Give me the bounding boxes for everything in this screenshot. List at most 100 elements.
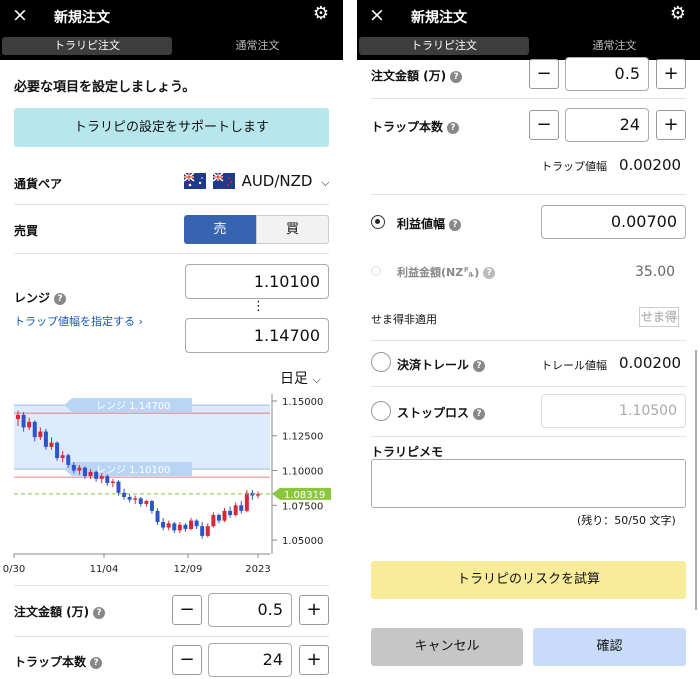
memo-remaining: (残り：50/50 文字) <box>577 514 676 527</box>
x-tick-label: 11/04 <box>90 564 119 575</box>
candle-body <box>172 523 177 531</box>
trap-width-label: トラップ値幅 <box>541 160 607 173</box>
order-amount-label-text: 注文金額 (万) <box>14 605 90 619</box>
memo-textarea[interactable] <box>371 459 686 508</box>
semae-logo: せま得 <box>639 307 679 327</box>
trap-width-value: 0.00200 <box>619 156 682 174</box>
help-icon[interactable]: ? <box>93 607 106 619</box>
profit-width-radio[interactable] <box>371 215 385 229</box>
profit-amount-label: 利益金額(NZ㌦)? <box>397 264 496 280</box>
buy-button[interactable]: 買 <box>256 215 329 244</box>
range-upper-input[interactable]: 1.10100 <box>185 264 329 299</box>
stoploss-label-text: ストップロス <box>397 406 470 420</box>
trap-count-label: トラップ本数? <box>14 653 103 670</box>
candle-body <box>21 414 26 428</box>
gear-icon[interactable]: ⚙ <box>670 3 686 24</box>
order-amount-minus-button[interactable]: − <box>529 59 559 89</box>
page-title: 新規注文 <box>411 10 467 26</box>
trail-label-text: 決済トレール <box>397 358 470 372</box>
stoploss-input[interactable]: 1.10500 <box>541 394 686 428</box>
order-amount-minus-button[interactable]: − <box>172 595 202 625</box>
y-tick-label: 1.07500 <box>282 501 323 512</box>
candle-body <box>43 431 48 447</box>
left-order-screen: × 新規注文 ⚙ トラリピ注文 通常注文 必要な項目を設定しましょう。 トラリピ… <box>0 0 343 679</box>
divider <box>371 340 686 341</box>
stoploss-label: ストップロス? <box>397 404 486 421</box>
help-icon[interactable]: ? <box>449 219 462 231</box>
confirm-button[interactable]: 確認 <box>533 628 686 666</box>
semae-status: せま得非適用 <box>371 313 437 326</box>
gear-icon[interactable]: ⚙ <box>313 3 329 24</box>
candle-body <box>155 510 160 522</box>
currency-selector[interactable]: AUD/NZD ⌵ <box>184 172 330 190</box>
candle-body <box>88 471 93 477</box>
trap-count-input[interactable]: 24 <box>565 108 649 142</box>
candle-body <box>94 471 99 479</box>
currency-label: 通貨ペア <box>14 177 63 191</box>
timeframe-value: 日足 <box>280 371 308 387</box>
candle-body <box>222 510 227 521</box>
trap-count-input[interactable]: 24 <box>208 643 292 677</box>
tab-normal[interactable]: 通常注文 <box>172 37 343 55</box>
candle-body <box>177 524 182 531</box>
candle-body <box>49 442 54 447</box>
order-amount-plus-button[interactable]: + <box>299 595 329 625</box>
price-chart[interactable]: レンジ 1.14700 レンジ 1.10100 1.15000 1.12500 1.10… <box>0 388 343 578</box>
scrollbar[interactable] <box>695 350 697 610</box>
range-lower-input[interactable]: 1.14700 <box>185 318 329 353</box>
profit-width-label: 利益値幅? <box>397 215 462 232</box>
trap-width-link[interactable]: トラップ値幅を指定する › <box>14 313 143 329</box>
help-icon[interactable]: ? <box>483 267 496 279</box>
candle-body <box>16 414 20 420</box>
right-order-screen: × 新規注文 ⚙ トラリピ注文 通常注文 注文金額 (万)? − 0.5 + ト… <box>357 0 700 679</box>
candle-body <box>194 520 199 527</box>
divider <box>371 436 686 437</box>
help-icon[interactable]: ? <box>473 408 486 420</box>
order-amount-input[interactable]: 0.5 <box>208 593 292 627</box>
trap-count-minus-button[interactable]: − <box>172 645 202 675</box>
stoploss-radio[interactable] <box>371 401 391 421</box>
trail-radio[interactable] <box>371 352 391 372</box>
tab-trarip[interactable]: トラリピ注文 <box>2 37 172 55</box>
candle-body <box>138 498 143 504</box>
page-title: 新規注文 <box>54 10 110 26</box>
divider <box>371 386 686 387</box>
tab-trarip[interactable]: トラリピ注文 <box>359 37 529 55</box>
trap-count-plus-button[interactable]: + <box>656 110 686 140</box>
timeframe-selector[interactable]: 日足 ⌵ <box>280 368 321 388</box>
close-icon[interactable]: × <box>369 4 385 26</box>
y-tick-label: 1.12500 <box>282 432 323 443</box>
help-icon[interactable]: ? <box>450 71 463 83</box>
candle-body <box>38 431 43 438</box>
candle-body <box>71 464 76 471</box>
candle-body <box>189 520 194 529</box>
profit-amount-radio[interactable] <box>371 266 381 276</box>
help-icon[interactable]: ? <box>473 360 486 372</box>
candle-body <box>110 481 115 484</box>
support-button[interactable]: トラリピの設定をサポートします <box>14 108 329 147</box>
trap-count-label: トラップ本数? <box>371 118 460 135</box>
x-tick-label: 2023 <box>245 564 270 575</box>
tab-normal[interactable]: 通常注文 <box>529 37 700 55</box>
y-tick-label: 1.15000 <box>282 397 323 408</box>
profit-width-input[interactable]: 0.00700 <box>541 205 686 239</box>
order-amount-input[interactable]: 0.5 <box>565 57 649 91</box>
help-icon[interactable]: ? <box>447 122 460 134</box>
trap-count-minus-button[interactable]: − <box>529 110 559 140</box>
close-icon[interactable]: × <box>12 4 28 26</box>
cancel-button[interactable]: キャンセル <box>371 628 523 666</box>
trap-count-plus-button[interactable]: + <box>299 645 329 675</box>
order-amount-plus-button[interactable]: + <box>656 59 686 89</box>
range-label-text: レンジ <box>14 291 51 305</box>
candle-body <box>244 492 249 511</box>
help-icon[interactable]: ? <box>54 293 67 305</box>
range-low-label: レンジ 1.10100 <box>96 465 171 476</box>
risk-simulation-button[interactable]: トラリピのリスクを試算 <box>371 561 686 599</box>
candle-body <box>161 522 166 528</box>
profit-amount-value: 35.00 <box>635 264 676 280</box>
aud-flag-icon <box>184 173 206 189</box>
help-icon[interactable]: ? <box>90 657 103 669</box>
profit-width-label-text: 利益値幅 <box>397 217 446 231</box>
candle-body <box>149 501 154 511</box>
sell-button[interactable]: 売 <box>184 215 256 244</box>
